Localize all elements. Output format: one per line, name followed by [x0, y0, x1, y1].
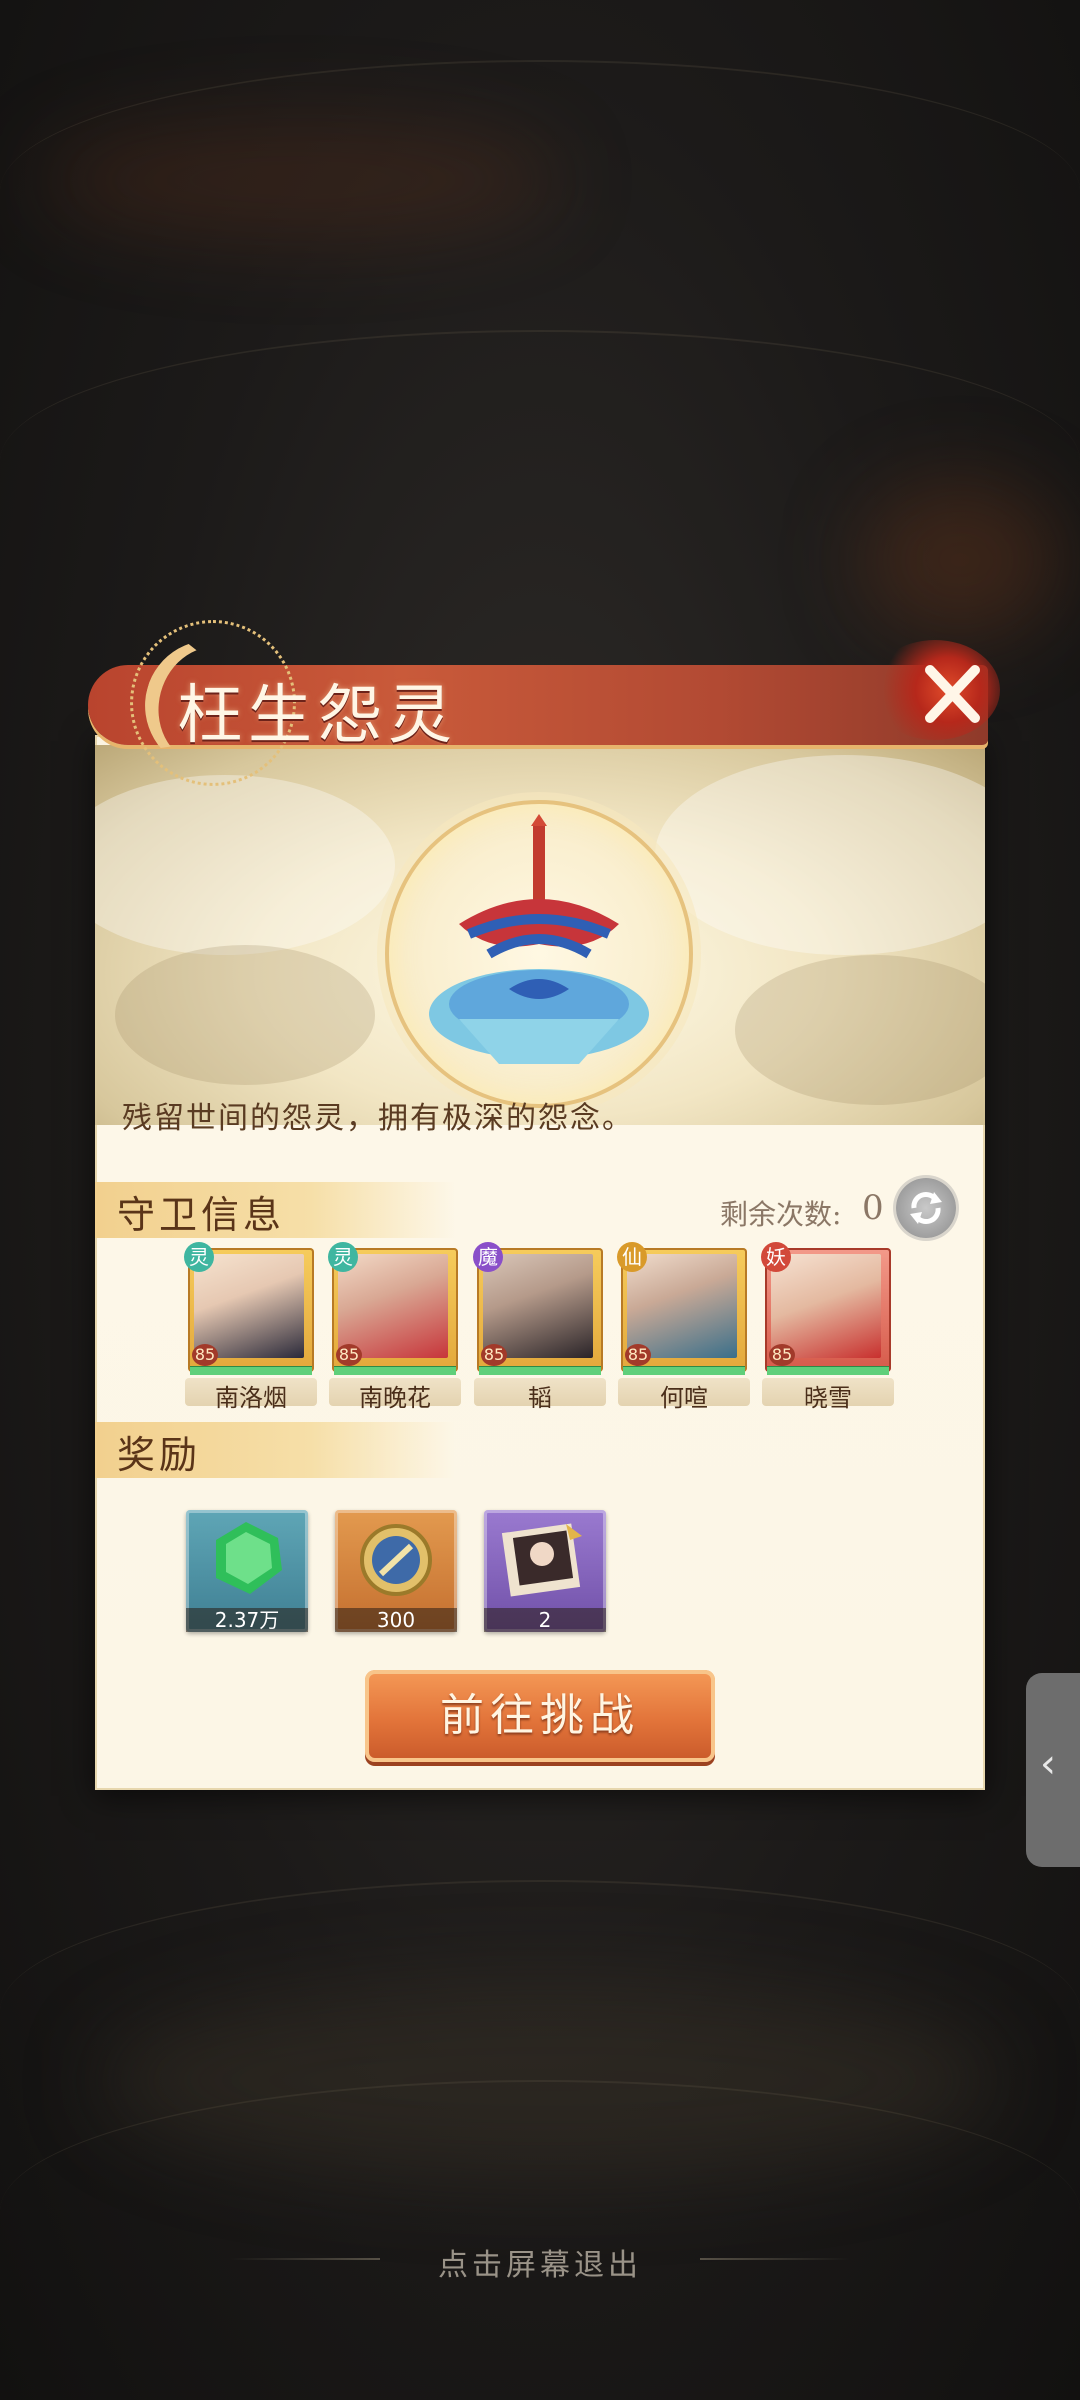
remaining-attempts-label: 剩余次数: [720, 1198, 842, 1231]
faction-badge: 灵 [184, 1242, 214, 1272]
guard-card-4[interactable]: 仙 85 [617, 1242, 747, 1378]
reward-item-2[interactable]: 300 [335, 1510, 457, 1632]
reward-item-1[interactable]: 2.37万 [186, 1510, 308, 1632]
hero-level: 85 [481, 1344, 507, 1366]
hero-name: 何喧 [660, 1384, 708, 1412]
faction-badge: 灵 [328, 1242, 358, 1272]
side-drawer-tab[interactable]: ‹ [1026, 1673, 1080, 1867]
close-x-icon [925, 665, 980, 723]
hero-level: 85 [336, 1344, 362, 1366]
boss-description: 残留世间的怨灵，拥有极深的怨念。 [122, 1101, 634, 1136]
rewards-section-title: 奖励 [117, 1433, 202, 1477]
hero-name: 晓雪 [804, 1384, 852, 1412]
go-challenge-button[interactable]: 前往挑战 [365, 1670, 715, 1762]
reward-item-3[interactable]: 2 [484, 1510, 606, 1632]
reward-count: 2.37万 [186, 1608, 308, 1632]
hero-name: 韬 [528, 1384, 552, 1412]
hero-star-bar [334, 1366, 456, 1375]
refresh-button[interactable] [896, 1178, 956, 1238]
guards-section-title: 守卫信息 [117, 1193, 286, 1237]
refresh-icon [910, 1192, 942, 1224]
hero-portrait [771, 1254, 881, 1358]
hero-name: 南洛烟 [215, 1384, 287, 1412]
hero-star-bar [190, 1366, 312, 1375]
guard-card-2[interactable]: 灵 85 [328, 1242, 458, 1378]
hero-star-bar [767, 1366, 889, 1375]
guard-card-1[interactable]: 灵 85 [184, 1242, 314, 1378]
hero-star-bar [623, 1366, 745, 1375]
faction-badge: 魔 [473, 1242, 503, 1272]
hero-level: 85 [625, 1344, 651, 1366]
hero-portrait [483, 1254, 593, 1358]
faction-badge: 妖 [761, 1242, 791, 1272]
hero-star-bar [479, 1366, 601, 1375]
dialog-title: 枉生怨灵 [178, 679, 458, 753]
hero-portrait [338, 1254, 448, 1358]
gold-coin-icon [360, 1524, 432, 1596]
faction-badge: 仙 [617, 1242, 647, 1272]
tap-to-exit-hint[interactable]: 点击屏幕退出 [0, 2240, 1080, 2284]
hero-name: 南晚花 [359, 1384, 431, 1412]
reward-count: 300 [335, 1608, 457, 1632]
guard-card-5[interactable]: 妖 85 [761, 1242, 891, 1378]
hero-level: 85 [769, 1344, 795, 1366]
green-jade-icon [216, 1522, 282, 1594]
portrait-card-icon [501, 1523, 582, 1597]
remaining-attempts-count: 0 [862, 1188, 884, 1228]
reward-count: 2 [484, 1608, 606, 1632]
close-button[interactable] [900, 650, 1010, 740]
hero-portrait [627, 1254, 737, 1358]
hero-level: 85 [192, 1344, 218, 1366]
boss-emblem [385, 800, 693, 1108]
hero-portrait [194, 1254, 304, 1358]
guard-card-3[interactable]: 魔 85 [473, 1242, 603, 1378]
chevron-left-icon: ‹ [1040, 1741, 1056, 1787]
